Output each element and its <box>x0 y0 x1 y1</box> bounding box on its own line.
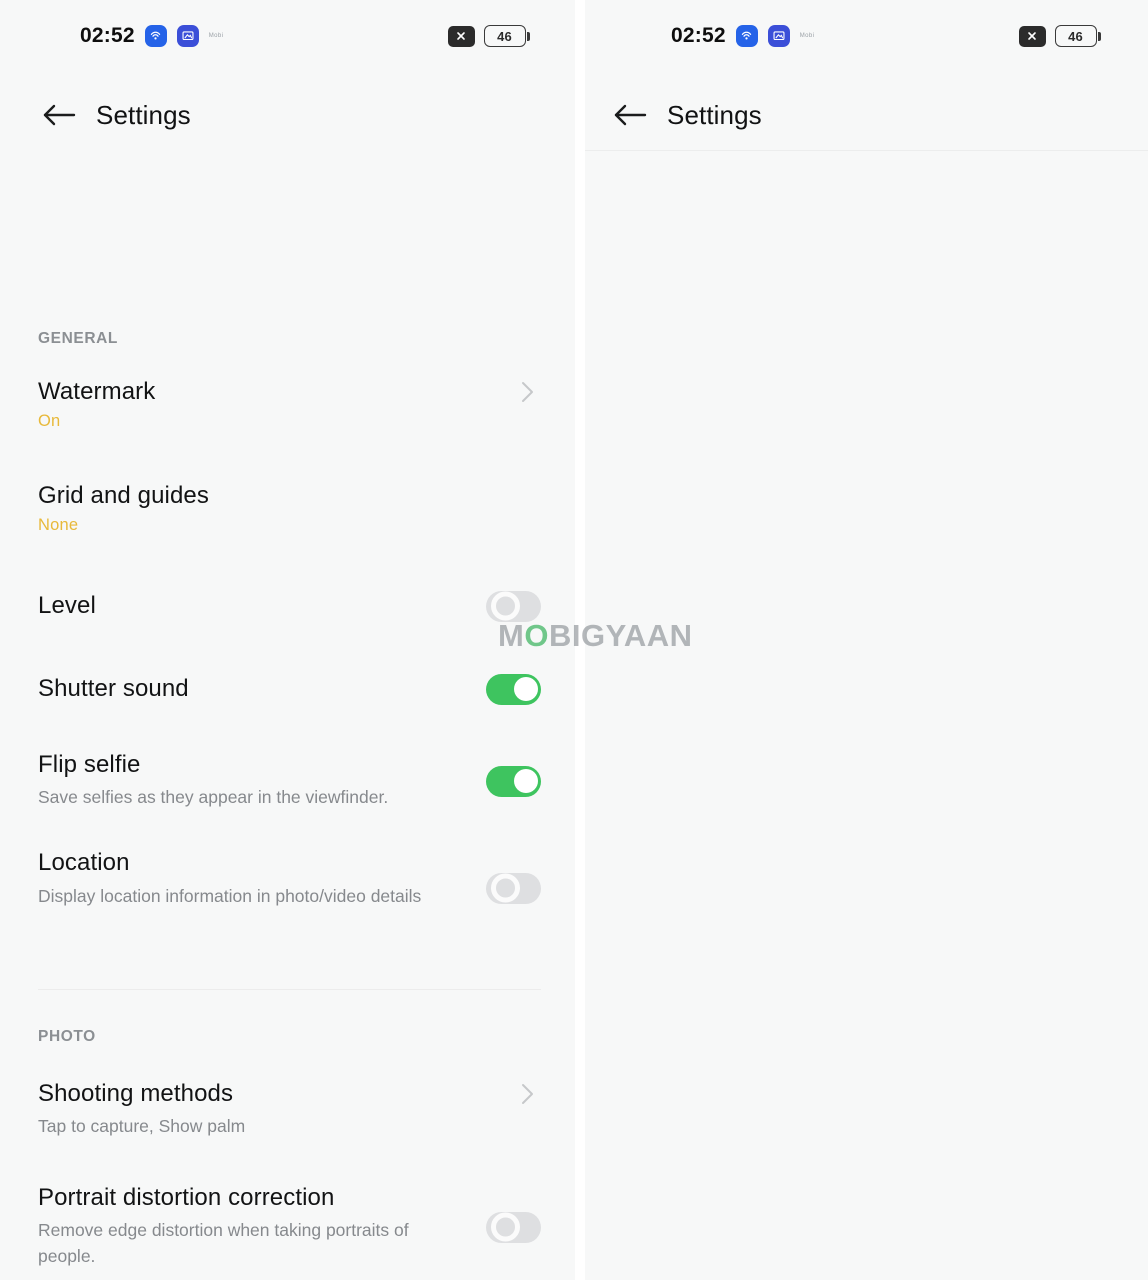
setting-row-shooting-methods[interactable]: Shooting methods Tap to capture, Show pa… <box>38 1080 541 1150</box>
row-title: Location <box>38 849 130 877</box>
row-title: Shooting methods <box>38 1080 234 1107</box>
row-control <box>471 590 541 622</box>
row-title: Grid and guides <box>38 482 209 509</box>
screencast-icon <box>176 25 199 47</box>
row-control <box>471 765 541 797</box>
row-text: Location Display location information in… <box>38 849 468 909</box>
row-control <box>471 1080 541 1108</box>
battery-indicator: 46 <box>1054 25 1101 47</box>
row-text: Portrait distortion correction Remove ed… <box>38 1184 468 1270</box>
back-arrow-icon[interactable] <box>607 92 653 138</box>
no-signal-icon <box>447 25 475 47</box>
screen-separator <box>575 0 585 1280</box>
battery-cap <box>1098 31 1101 41</box>
row-subtitle: Display location information in photo/vi… <box>38 885 422 906</box>
toggle-flip-selfie[interactable] <box>486 765 541 797</box>
hotspot-icon <box>735 25 758 47</box>
section-label-photo: PHOTO <box>38 1028 96 1045</box>
toggle-portrait-distortion-correction[interactable] <box>486 1211 541 1243</box>
setting-row-level[interactable]: Level <box>38 584 541 628</box>
row-value: On <box>38 412 61 431</box>
row-control <box>471 378 541 406</box>
row-subtitle: Tap to capture, Show palm <box>38 1116 246 1137</box>
page-title: Settings <box>96 99 191 130</box>
appbar-left: Settings <box>0 72 575 158</box>
row-value: None <box>38 516 79 535</box>
setting-row-portrait-distortion-correction[interactable]: Portrait distortion correction Remove ed… <box>38 1184 541 1270</box>
status-tiny-label: Mobi <box>799 33 815 39</box>
setting-row-watermark[interactable]: Watermark On <box>38 378 541 452</box>
photo-section-rows: Shooting methods Tap to capture, Show pa… <box>38 1080 541 1280</box>
status-clock: 02:52 <box>671 24 726 47</box>
battery-indicator: 46 <box>483 25 530 47</box>
row-text: Grid and guides None <box>38 482 468 535</box>
setting-row-grid-and-guides[interactable]: Grid and guides None <box>38 482 541 556</box>
setting-row-flip-selfie[interactable]: Flip selfie Save selfies as they appear … <box>38 751 541 811</box>
row-control <box>471 872 541 904</box>
section-label-general: GENERAL <box>38 330 118 347</box>
row-title: Level <box>38 591 96 619</box>
status-bar-left: 02:52 Mobi 46 <box>0 0 575 72</box>
status-bar-left-cluster: 02:52 Mobi <box>671 24 814 48</box>
general-section-rows: Watermark On Grid and guides None Level … <box>38 378 541 927</box>
row-text: Flip selfie Save selfies as they appear … <box>38 751 468 811</box>
dual-screenshot-canvas: 02:52 Mobi 46 Settings GENERAL Watermark… <box>0 0 1148 1280</box>
row-title: Portrait distortion correction <box>38 1184 335 1211</box>
row-text: Level <box>38 592 468 620</box>
appbar-right: Settings <box>585 72 1148 158</box>
row-subtitle: Remove edge distortion when taking portr… <box>38 1220 409 1267</box>
back-arrow-icon[interactable] <box>36 92 82 138</box>
hotspot-icon <box>144 25 167 47</box>
row-subtitle: Save selfies as they appear in the viewf… <box>38 787 389 808</box>
row-control <box>471 673 541 705</box>
battery-cap <box>527 31 530 41</box>
section-divider <box>38 989 541 990</box>
status-tiny-label: Mobi <box>208 33 224 39</box>
setting-row-location[interactable]: Location Display location information in… <box>38 849 541 927</box>
row-title: Flip selfie <box>38 751 141 778</box>
status-bar-right: 02:52 Mobi 46 <box>585 0 1148 72</box>
battery-level-text: 46 <box>1054 25 1097 47</box>
page-title: Settings <box>667 99 762 130</box>
toggle-level[interactable] <box>486 590 541 622</box>
row-title: Watermark <box>38 378 156 405</box>
screencast-icon <box>767 25 790 47</box>
battery-level-text: 46 <box>483 25 526 47</box>
right-phone-screen: 02:52 Mobi 46 Settings <box>585 0 1148 1280</box>
no-signal-icon <box>1018 25 1046 47</box>
row-text: Shooting methods Tap to capture, Show pa… <box>38 1080 468 1140</box>
chevron-right-icon[interactable] <box>513 1080 541 1108</box>
chevron-right-icon[interactable] <box>513 378 541 406</box>
toggle-shutter-sound[interactable] <box>486 673 541 705</box>
setting-row-shutter-sound[interactable]: Shutter sound <box>38 667 541 711</box>
row-title: Shutter sound <box>38 674 189 702</box>
toggle-location[interactable] <box>486 872 541 904</box>
status-bar-right-cluster: 46 <box>1018 25 1101 47</box>
left-phone-screen: 02:52 Mobi 46 Settings GENERAL Watermark… <box>0 0 575 1280</box>
status-clock: 02:52 <box>80 24 135 47</box>
row-text: Watermark On <box>38 378 468 431</box>
status-bar-left-cluster: 02:52 Mobi <box>80 24 223 48</box>
row-text: Shutter sound <box>38 675 468 703</box>
appbar-divider <box>585 150 1148 151</box>
status-bar-right-cluster: 46 <box>447 25 530 47</box>
row-control <box>471 1211 541 1243</box>
